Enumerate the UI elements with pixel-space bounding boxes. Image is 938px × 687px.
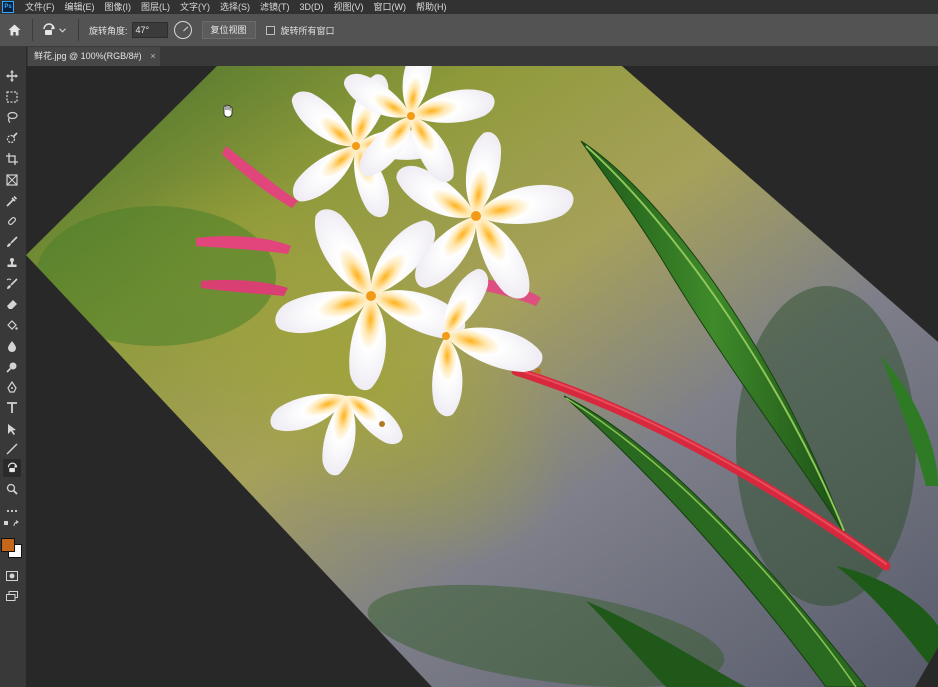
pen-icon[interactable] [3, 378, 21, 396]
history-brush-icon[interactable] [3, 275, 21, 293]
menu-image[interactable]: 图像(I) [100, 0, 137, 14]
tool-preset-picker[interactable] [37, 23, 74, 37]
canvas-area[interactable] [26, 66, 938, 687]
rotate-all-windows-label: 旋转所有窗口 [280, 25, 335, 36]
rotate-angle-label: 旋转角度: [89, 25, 128, 36]
foreground-color-swatch[interactable] [1, 538, 15, 552]
paint-bucket-icon[interactable] [3, 316, 21, 334]
document-tab-title: 鲜花.jpg @ 100%(RGB/8#) [34, 51, 142, 61]
home-button[interactable] [0, 14, 28, 46]
quick-select-icon[interactable] [3, 129, 21, 147]
menu-type[interactable]: 文字(Y) [175, 0, 215, 14]
frame-icon[interactable] [3, 171, 21, 189]
rotate-view-icon [43, 23, 55, 35]
menu-edit[interactable]: 编辑(E) [60, 0, 100, 14]
dodge-icon[interactable] [3, 358, 21, 376]
brush-icon[interactable] [3, 233, 21, 251]
quick-mask-icon[interactable] [3, 567, 21, 585]
separator [32, 19, 33, 41]
swap-colors-icon[interactable] [3, 519, 21, 529]
blur-icon[interactable] [3, 337, 21, 355]
menu-3d[interactable]: 3D(D) [295, 0, 329, 14]
clone-stamp-icon[interactable] [3, 254, 21, 272]
lasso-icon[interactable] [3, 108, 21, 126]
rotate-angle-dial[interactable] [173, 21, 192, 39]
menu-view[interactable]: 视图(V) [329, 0, 369, 14]
rotated-document-image[interactable] [26, 66, 938, 687]
screen-mode-icon[interactable] [3, 587, 21, 605]
path-select-icon[interactable] [3, 420, 21, 438]
menu-window[interactable]: 窗口(W) [369, 0, 412, 14]
options-bar: 旋转角度: 47° 复位视图 旋转所有窗口 [0, 14, 938, 47]
menu-help[interactable]: 帮助(H) [411, 0, 452, 14]
hand-cursor-icon [223, 104, 233, 118]
menu-select[interactable]: 选择(S) [215, 0, 255, 14]
document-tab-bar: 鲜花.jpg @ 100%(RGB/8#) × [26, 47, 938, 66]
photoshop-logo-icon: Ps [2, 1, 14, 13]
tools-panel [0, 47, 27, 687]
home-icon [8, 24, 20, 36]
more-icon[interactable] [3, 502, 21, 520]
crop-icon[interactable] [3, 150, 21, 168]
eraser-icon[interactable] [3, 295, 21, 313]
move-icon[interactable] [3, 67, 21, 85]
line-icon[interactable] [3, 440, 21, 458]
healing-brush-icon[interactable] [3, 212, 21, 230]
type-icon[interactable] [3, 399, 21, 417]
chevron-down-icon [59, 27, 66, 33]
reset-view-button[interactable]: 复位视图 [201, 21, 256, 39]
menu-bar: Ps 文件(F) 编辑(E) 图像(I) 图层(L) 文字(Y) 选择(S) 滤… [0, 0, 938, 14]
menu-layer[interactable]: 图层(L) [136, 0, 175, 14]
menu-filter[interactable]: 滤镜(T) [255, 0, 295, 14]
document-tab[interactable]: 鲜花.jpg @ 100%(RGB/8#) × [28, 47, 160, 66]
eyedropper-icon[interactable] [3, 192, 21, 210]
marquee-icon[interactable] [3, 88, 21, 106]
rotate-all-windows-checkbox[interactable] [265, 25, 275, 35]
separator [78, 19, 79, 41]
close-icon[interactable]: × [150, 47, 155, 66]
rotate-angle-input[interactable]: 47° [131, 22, 168, 38]
rotate-view-icon[interactable] [3, 459, 21, 477]
zoom-icon[interactable] [3, 480, 21, 498]
menu-file[interactable]: 文件(F) [20, 0, 60, 14]
